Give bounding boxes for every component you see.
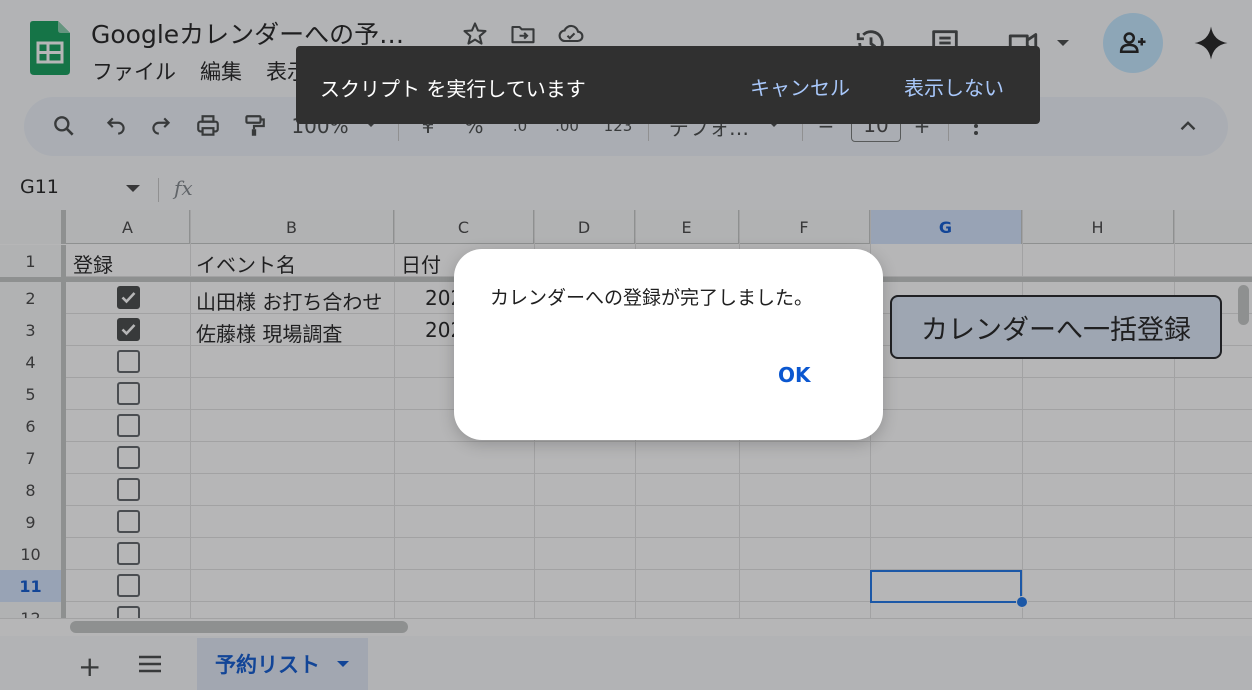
- snackbar-hide-button[interactable]: 表示しない: [904, 72, 1004, 101]
- script-running-snackbar: スクリプト を実行しています キャンセル 表示しない: [296, 46, 1040, 124]
- completion-dialog: カレンダーへの登録が完了しました。 OK: [454, 249, 883, 440]
- dialog-message: カレンダーへの登録が完了しました。: [490, 287, 814, 309]
- snackbar-message: スクリプト を実行しています: [320, 77, 586, 101]
- snackbar-cancel-button[interactable]: キャンセル: [750, 72, 850, 101]
- ok-button[interactable]: OK: [774, 361, 815, 389]
